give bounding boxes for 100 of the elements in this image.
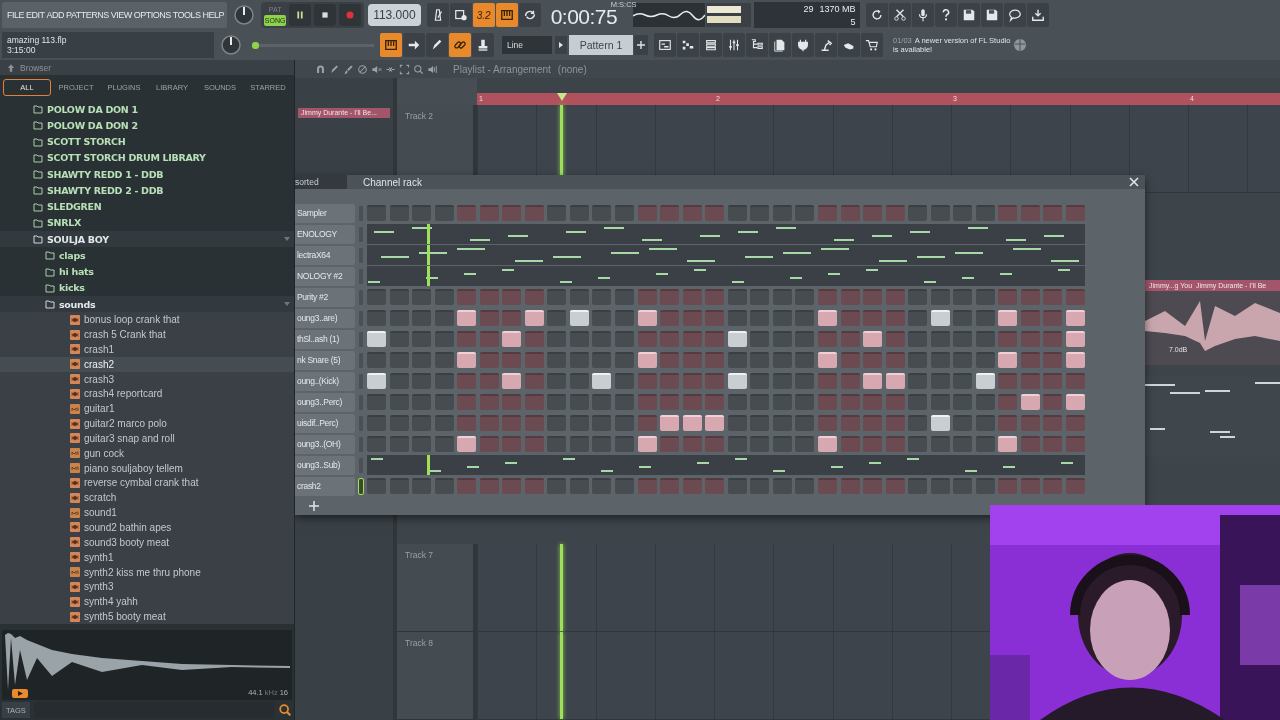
folder-item[interactable]: hi hats: [0, 263, 294, 280]
toolbar-button[interactable]: [380, 33, 402, 57]
folder-item[interactable]: SCOTT STORCH: [0, 133, 294, 150]
folder-item[interactable]: claps: [0, 247, 294, 264]
menu-item[interactable]: TOOLS: [171, 10, 202, 20]
toolbar-button[interactable]: [677, 33, 699, 57]
search-icon[interactable]: [278, 703, 292, 717]
group-dropdown[interactable]: sorted: [295, 175, 347, 189]
sample-item[interactable]: synth5 booty meat: [0, 609, 294, 624]
channel-name-button[interactable]: uisdif..Perc): [295, 413, 355, 433]
knob-icon[interactable]: [233, 4, 256, 26]
channel-name-button[interactable]: oung3..Perc): [295, 392, 355, 412]
channel-name-button[interactable]: oung3..are): [295, 308, 355, 328]
channel-name-button[interactable]: lectraX64: [295, 245, 355, 265]
folder-item[interactable]: SNRLX: [0, 214, 294, 231]
sliders-icon: [727, 38, 741, 52]
stop-button[interactable]: [314, 4, 337, 26]
folder-item[interactable]: sounds: [0, 296, 294, 313]
channel-name-button[interactable]: Sampler: [295, 203, 355, 223]
toolbar-button[interactable]: [518, 3, 541, 27]
play-button[interactable]: [289, 4, 312, 26]
folder-item[interactable]: SCOTT STORCH DRUM LIBRARY: [0, 149, 294, 166]
sample-item[interactable]: synth4 yahh: [0, 594, 294, 610]
sample-item[interactable]: crash4 reportcard: [0, 386, 294, 402]
toolbar-button[interactable]: [957, 3, 980, 27]
toolbar-button[interactable]: [792, 33, 814, 57]
menu-item[interactable]: OPTIONS: [132, 10, 172, 20]
toolbar-button[interactable]: [815, 33, 837, 57]
toolbar-button[interactable]: [403, 33, 425, 57]
sample-item[interactable]: scratch: [0, 490, 294, 506]
arrow-up-icon[interactable]: [6, 62, 16, 73]
toolbar-button[interactable]: [449, 33, 471, 57]
close-icon[interactable]: [1129, 177, 1139, 187]
toolbar-button[interactable]: 3.2: [472, 3, 495, 27]
menu-item[interactable]: HELP: [201, 10, 226, 20]
polyphony-value: 5: [849, 16, 856, 27]
menu-item[interactable]: ADD: [45, 10, 66, 20]
toolbar-button[interactable]: [495, 3, 518, 27]
toolbar-button[interactable]: [1003, 3, 1026, 27]
folder-item[interactable]: kicks: [0, 279, 294, 296]
folder-item[interactable]: SHAWTY REDD 2 - DDB: [0, 182, 294, 199]
plus-icon[interactable]: [307, 498, 321, 513]
playhead-marker[interactable]: [557, 93, 567, 101]
channel-name-button[interactable]: oung..(Kick): [295, 371, 355, 391]
folder-item[interactable]: SOULJA BOY: [0, 231, 294, 248]
channel-select-light[interactable]: [359, 478, 363, 494]
toolbar-button[interactable]: [838, 33, 860, 57]
link-icon: [453, 38, 467, 52]
toolbar-button[interactable]: [449, 3, 472, 27]
channel-name-button[interactable]: oung3..Sub): [295, 455, 355, 475]
pattern-selector[interactable]: Pattern 1: [569, 35, 633, 55]
play-icon[interactable]: [12, 689, 28, 698]
channel-name-button[interactable]: nk Snare (5): [295, 350, 355, 370]
channel-name-button[interactable]: crash2: [295, 476, 355, 496]
toolbar-button[interactable]: [911, 3, 934, 27]
channel-name-button[interactable]: NOLOGY #2: [295, 266, 355, 286]
knob-icon[interactable]: [220, 34, 242, 56]
tempo-display[interactable]: 113.000: [368, 4, 421, 26]
toolbar-button[interactable]: [769, 33, 791, 57]
folder-item[interactable]: POLOW DA DON 2: [0, 117, 294, 134]
toolbar-button[interactable]: [861, 33, 883, 57]
toolbar-button[interactable]: [746, 33, 768, 57]
toolbar-button[interactable]: [934, 3, 957, 27]
toolbar-button[interactable]: [1026, 3, 1049, 27]
sample-item[interactable]: sound2 bathin apes: [0, 520, 294, 535]
sample-item[interactable]: synth3: [0, 579, 294, 595]
menu-item[interactable]: EDIT: [25, 10, 46, 20]
sample-item[interactable]: guitar1: [0, 401, 294, 417]
sample-item[interactable]: guitar2 marco polo: [0, 416, 294, 431]
folder-item[interactable]: POLOW DA DON 1: [0, 101, 294, 118]
folder-icon: [45, 282, 55, 293]
channel-name-button[interactable]: oung3..(OH): [295, 434, 355, 454]
toolbar-button[interactable]: [888, 3, 911, 27]
sample-item[interactable]: bonus loop crank that: [0, 312, 294, 328]
toolbar-button[interactable]: [700, 33, 722, 57]
menu-item[interactable]: VIEW: [109, 10, 133, 20]
menu-item[interactable]: PATTERNS: [65, 10, 110, 20]
toolbar-button[interactable]: [865, 3, 888, 27]
sample-file-icon: [70, 418, 80, 429]
toolbar-button[interactable]: [426, 33, 448, 57]
channel-name-button[interactable]: ENOLOGY: [295, 224, 355, 244]
globe-icon[interactable]: [1013, 38, 1027, 52]
toolbar-button[interactable]: [654, 33, 676, 57]
channel-name-button[interactable]: thSl..ash (1): [295, 329, 355, 349]
track-name[interactable]: Track 7: [405, 550, 434, 560]
folder-item[interactable]: SLEDGREN: [0, 198, 294, 215]
toolbar-button[interactable]: [980, 3, 1003, 27]
toolbar-button[interactable]: [472, 33, 494, 57]
toolbar-button[interactable]: [426, 3, 449, 27]
folder-item[interactable]: SHAWTY REDD 1 - DDB: [0, 166, 294, 183]
sample-item[interactable]: guitar3 snap and roll: [0, 431, 294, 446]
track-name[interactable]: Track 8: [405, 638, 434, 648]
sample-item[interactable]: sound1: [0, 505, 294, 521]
sample-item[interactable]: crash 5 Crank that: [0, 327, 294, 342]
channel-name-button[interactable]: Purity #2: [295, 287, 355, 307]
snap-dropdown[interactable]: Line: [502, 36, 552, 54]
track-name[interactable]: Track 2: [405, 111, 434, 121]
pitch-slider[interactable]: [252, 41, 374, 49]
toolbar-button[interactable]: [723, 33, 745, 57]
menu-item[interactable]: FILE: [6, 10, 25, 20]
